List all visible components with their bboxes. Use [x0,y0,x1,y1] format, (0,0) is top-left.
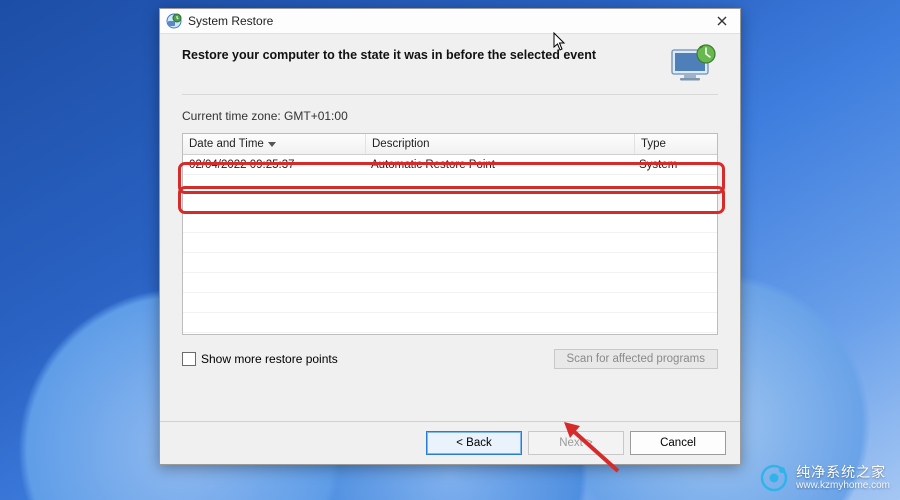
checkbox-box [182,352,196,366]
wizard-header: Restore your computer to the state it wa… [160,34,740,70]
below-table-row: Show more restore points Scan for affect… [182,349,718,369]
cell-datetime: 02/04/2022 09:25:37 [183,159,365,171]
empty-rows [183,173,717,334]
restore-monitor-icon [670,44,718,84]
titlebar: System Restore [160,9,740,34]
system-restore-icon [166,13,182,29]
checkbox-label: Show more restore points [201,352,338,366]
wizard-footer: < Back Next > Cancel [160,421,740,464]
close-icon [717,16,727,26]
watermark: 纯净系统之家 www.kzmyhome.com [760,464,890,492]
table-header: Date and Time Description Type [183,134,717,155]
column-label: Description [372,138,430,150]
watermark-text-cn: 纯净系统之家 [796,464,890,480]
scan-affected-button[interactable]: Scan for affected programs [554,349,719,369]
watermark-logo-icon [760,464,788,492]
next-button[interactable]: Next > [528,431,624,455]
window-title: System Restore [188,14,273,28]
cell-type: System [633,159,717,171]
system-restore-window: System Restore Restore your computer to … [159,8,741,465]
back-button[interactable]: < Back [426,431,522,455]
column-header-datetime[interactable]: Date and Time [183,134,366,154]
restore-points-table[interactable]: Date and Time Description Type 02/04/202… [182,133,718,335]
column-label: Date and Time [189,138,264,150]
content-area: Current time zone: GMT+01:00 Date and Ti… [160,95,740,369]
column-label: Type [641,138,666,150]
cancel-button[interactable]: Cancel [630,431,726,455]
timezone-label: Current time zone: GMT+01:00 [182,109,718,123]
cell-description: Automatic Restore Point [365,159,633,171]
table-row[interactable]: 02/04/2022 09:25:37 Automatic Restore Po… [183,155,717,175]
wizard-heading: Restore your computer to the state it wa… [182,48,718,62]
close-button[interactable] [710,11,734,31]
sort-desc-icon [268,142,276,147]
desktop-background: System Restore Restore your computer to … [0,0,900,500]
column-header-type[interactable]: Type [635,134,717,154]
column-header-description[interactable]: Description [366,134,635,154]
show-more-checkbox[interactable]: Show more restore points [182,352,338,366]
watermark-text-url: www.kzmyhome.com [796,480,890,492]
